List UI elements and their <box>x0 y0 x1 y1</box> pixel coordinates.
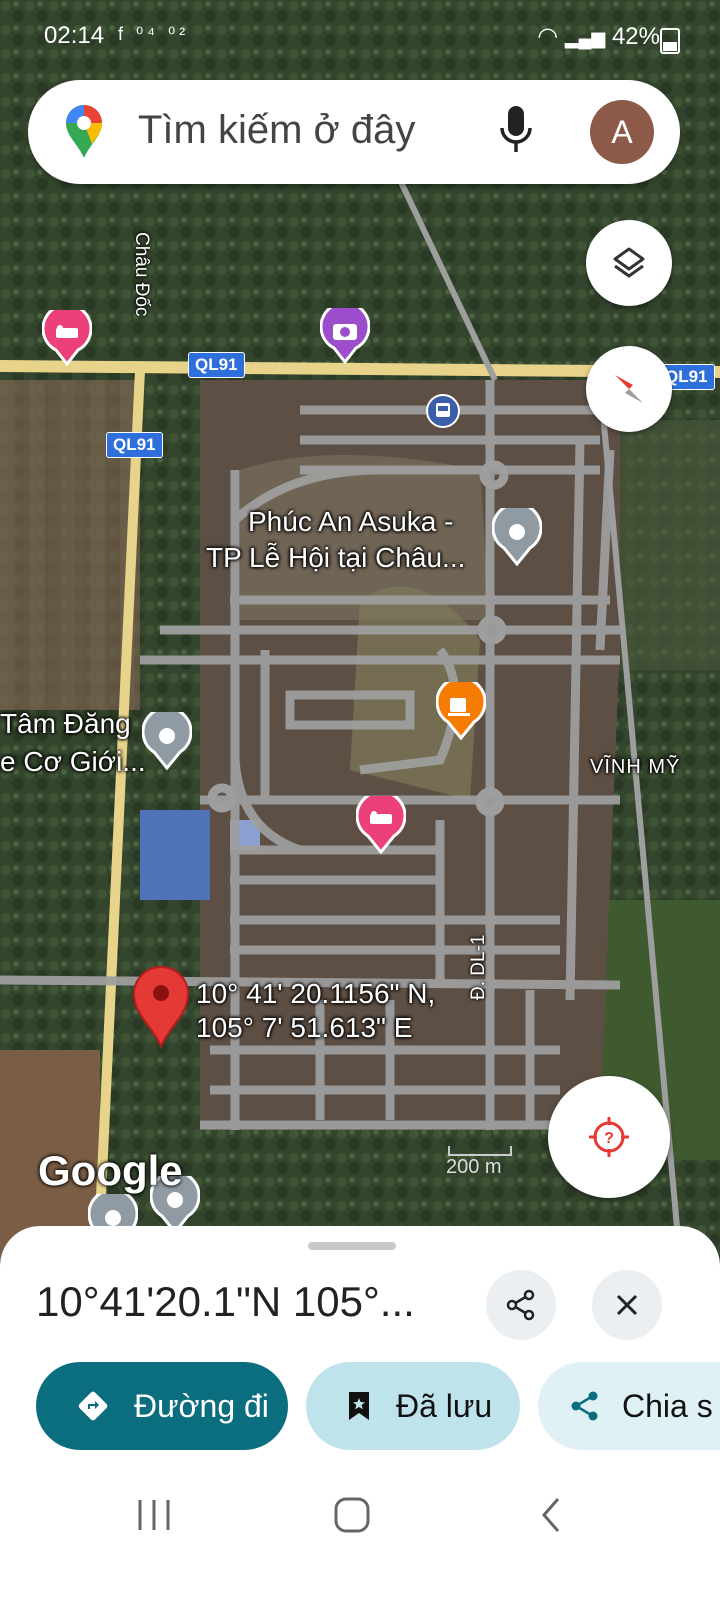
my-location-button[interactable]: ? <box>548 1076 670 1198</box>
google-maps-logo-icon <box>66 105 102 158</box>
recent-apps-button[interactable] <box>136 1498 172 1532</box>
satellite-map <box>0 0 720 1260</box>
hotel-icon <box>355 790 407 855</box>
share-icon-button[interactable] <box>486 1270 556 1340</box>
save-label: Đã lưu <box>396 1387 493 1424</box>
scale-bar: 200 m <box>446 1146 512 1179</box>
bookmark-icon <box>349 1392 369 1420</box>
compass-button[interactable] <box>586 346 672 432</box>
area-label: VĨNH MỸ <box>590 756 681 778</box>
place-label: Phúc An Asuka - <box>248 506 454 537</box>
scale-label: 200 m <box>446 1156 502 1178</box>
back-button[interactable] <box>538 1496 564 1534</box>
status-bar: 02:14 f ⁰⁴ ⁰² ◠ ▂▄▆ 42% <box>0 18 720 58</box>
search-bar[interactable]: Tìm kiếm ở đây A <box>28 80 680 184</box>
place-marker-icon <box>141 706 193 771</box>
home-button[interactable] <box>333 1496 371 1534</box>
location-target-icon: ? <box>589 1117 629 1157</box>
place-poi[interactable] <box>491 502 543 571</box>
compass-icon <box>615 375 643 403</box>
street-label: Đ. DL-1 <box>468 934 489 1000</box>
drag-handle[interactable] <box>308 1242 396 1250</box>
status-time: 02:14 <box>44 22 105 49</box>
directions-icon <box>78 1391 108 1421</box>
hotel-icon <box>41 303 93 367</box>
place-poi[interactable] <box>141 706 193 775</box>
battery-icon <box>660 28 680 54</box>
red-pin-icon <box>132 966 190 1049</box>
close-button[interactable] <box>592 1270 662 1340</box>
place-label: e Cơ Giới... <box>0 746 146 777</box>
account-avatar[interactable]: A <box>590 100 654 164</box>
status-right: ◠ ▂▄▆ 42% <box>537 22 660 51</box>
close-icon <box>616 1294 638 1316</box>
search-input[interactable]: Tìm kiếm ở đây <box>138 108 415 153</box>
road-shield: QL91 <box>106 432 163 458</box>
svg-text:?: ? <box>604 1130 614 1147</box>
cafe-poi[interactable] <box>435 676 487 745</box>
layers-icon <box>613 247 645 278</box>
google-logo: Google <box>38 1147 183 1194</box>
wifi-icon: ◠ <box>537 23 559 50</box>
save-button[interactable]: Đã lưu <box>306 1362 520 1450</box>
place-label: Tâm Đăng <box>0 708 131 739</box>
signal-icon: ▂▄▆ <box>564 28 606 48</box>
share-button[interactable]: Chia s <box>538 1362 720 1450</box>
share-label: Chia s <box>622 1387 713 1424</box>
notification-icons: f ⁰⁴ ⁰² <box>118 24 190 44</box>
directions-label: Đường đi <box>134 1387 269 1424</box>
road-shield: QL91 <box>188 352 245 378</box>
street-label: Châu Đốc <box>131 232 152 317</box>
share-icon <box>571 1391 598 1421</box>
directions-button[interactable]: Đường đi <box>36 1362 288 1450</box>
system-nav-bar <box>0 1460 720 1599</box>
camera-icon <box>319 301 371 365</box>
bus-stop-poi[interactable] <box>426 394 460 433</box>
layers-button[interactable] <box>586 220 672 306</box>
map-view[interactable]: QL91 QL91 QL91 Châu Đốc Đ. DL-1 Phúc An … <box>0 0 720 1260</box>
location-title: 10°41'20.1"N 105°... <box>36 1278 415 1325</box>
dropped-pin[interactable] <box>132 964 190 1053</box>
share-icon <box>506 1289 535 1321</box>
hotel-poi[interactable] <box>355 790 407 859</box>
camera-poi[interactable] <box>319 301 371 369</box>
pin-coordinates: 10° 41' 20.1156" N, <box>196 978 436 1009</box>
place-label: TP Lễ Hội tại Châu... <box>206 542 466 573</box>
battery-percent: 42% <box>611 23 660 50</box>
place-marker-icon <box>491 502 543 567</box>
microphone-icon[interactable] <box>498 104 534 160</box>
hotel-poi[interactable] <box>41 303 93 371</box>
bus-icon <box>426 394 460 428</box>
coffee-icon <box>435 676 487 741</box>
pin-coordinates: 105° 7' 51.613" E <box>196 1012 413 1043</box>
